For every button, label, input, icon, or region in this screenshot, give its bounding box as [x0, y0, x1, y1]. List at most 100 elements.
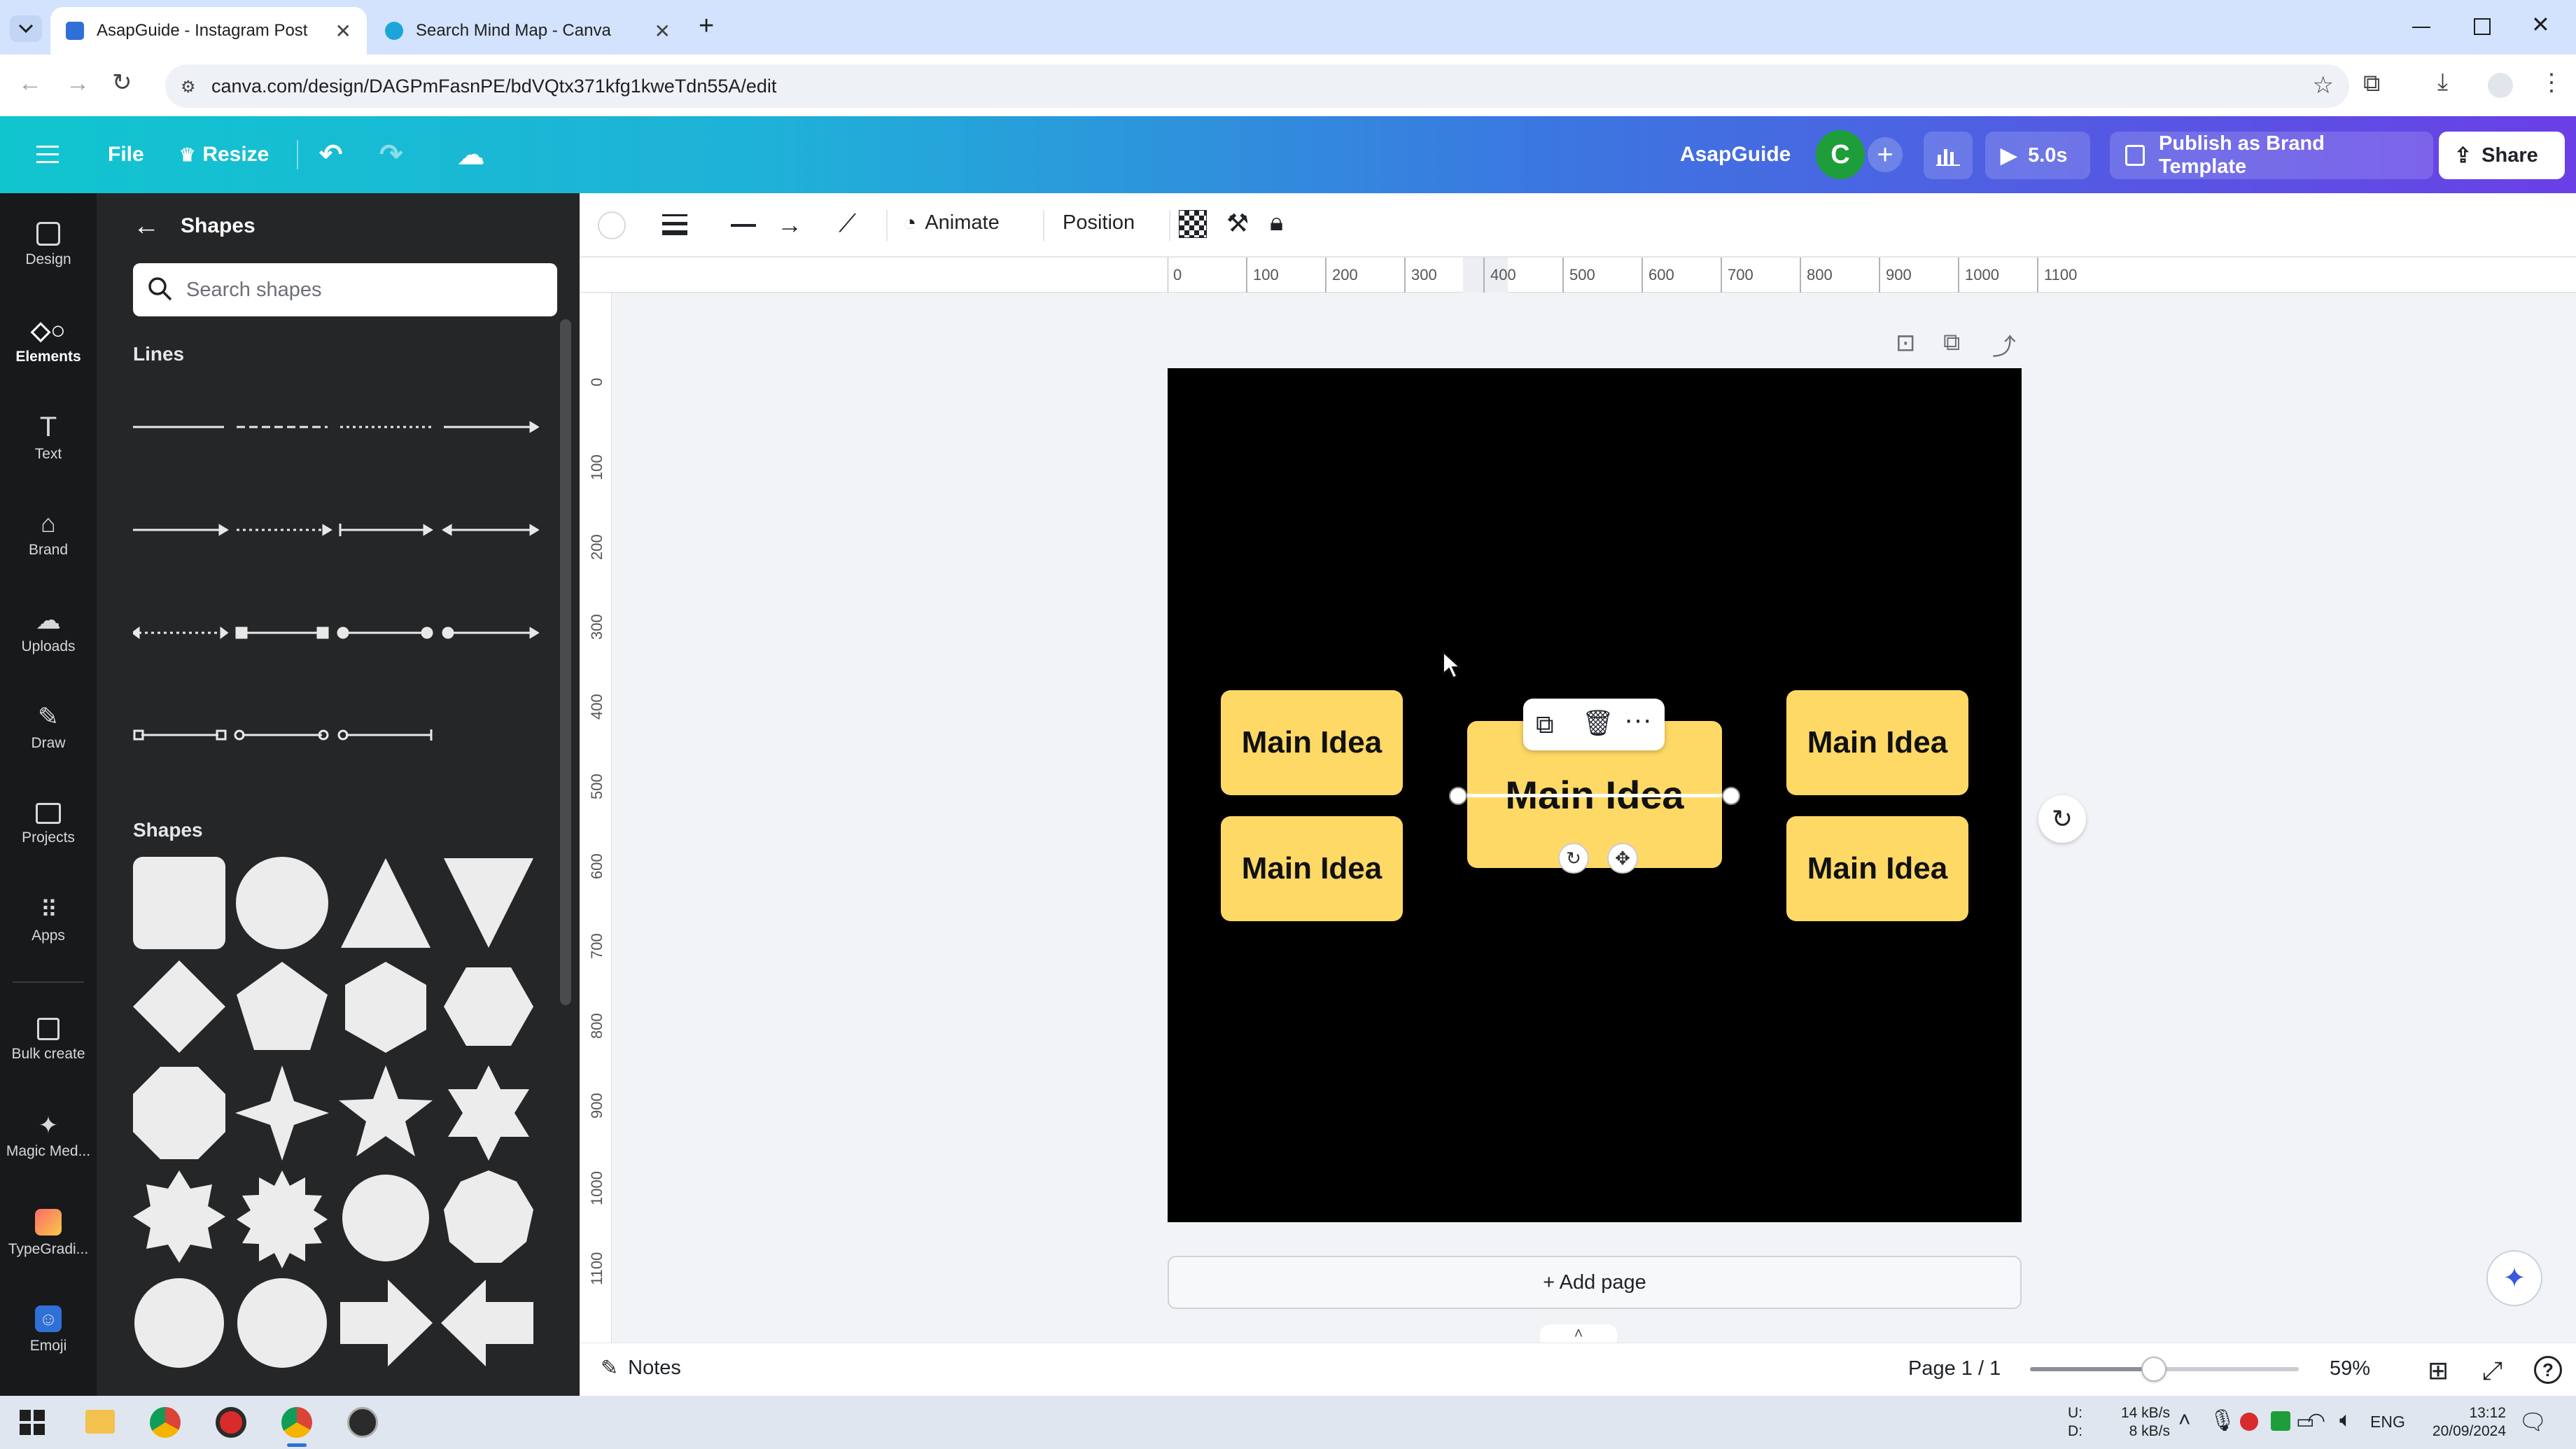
rail-item-brand[interactable]: ⌂ Brand — [0, 493, 97, 577]
more-icon[interactable]: ··· — [1624, 704, 1652, 736]
line-endpoint-handle[interactable] — [1722, 787, 1740, 805]
back-icon[interactable]: ← — [18, 70, 42, 97]
obs-icon[interactable] — [347, 1407, 378, 1438]
trash-icon[interactable]: 🗑︎ — [1582, 708, 1614, 738]
reload-icon[interactable]: ↻ — [112, 69, 132, 97]
page-lock-icon[interactable]: ⊡ — [1896, 329, 1916, 357]
recorder-icon[interactable] — [216, 1407, 246, 1438]
grid-view-icon[interactable]: ⊞ — [2428, 1356, 2449, 1385]
rail-item-bulk-create[interactable]: Bulk create — [0, 998, 97, 1082]
site-info-icon[interactable]: ⚙ — [181, 77, 196, 97]
fullscreen-icon[interactable]: ⤢ — [2482, 1356, 2502, 1386]
show-pages-handle[interactable]: ˄ — [1540, 1324, 1617, 1344]
notifications-icon[interactable]: 🗨︎ — [2519, 1408, 2547, 1435]
record-tray-icon[interactable] — [2240, 1413, 2258, 1431]
clock[interactable]: 13:12 20/09/2024 — [2415, 1404, 2506, 1441]
tab-mind-map[interactable]: Search Mind Map - Canva ✕ — [370, 7, 686, 55]
rotate-handle-icon[interactable]: ↻ — [1558, 843, 1589, 874]
main-idea-box[interactable]: Main Idea — [1786, 690, 1968, 795]
volume-icon[interactable]: 🔈︎ — [2339, 1408, 2352, 1432]
page-duplicate-icon[interactable]: ⧉ — [1943, 329, 1960, 356]
minimize-icon[interactable] — [2412, 27, 2430, 28]
line-weight-icon[interactable] — [662, 213, 687, 235]
rail-item-projects[interactable]: Projects — [0, 783, 97, 867]
help-icon[interactable]: ? — [2534, 1356, 2562, 1384]
resize-button[interactable]: ♛ Resize — [179, 116, 269, 193]
hamburger-icon[interactable] — [36, 116, 59, 193]
tray-chevron-icon[interactable]: ˄ — [2178, 1408, 2191, 1432]
download-icon[interactable]: ⤓ — [2437, 69, 2448, 96]
file-explorer-icon[interactable] — [85, 1410, 115, 1434]
line-style-icon[interactable]: ⟋ — [839, 209, 856, 239]
close-icon[interactable]: ✕ — [335, 20, 351, 43]
close-icon[interactable]: ✕ — [654, 20, 671, 43]
undo-icon[interactable]: ↶ — [319, 116, 343, 193]
page-add-icon[interactable]: ⤴ — [1992, 328, 2016, 362]
file-menu-button[interactable]: File — [108, 116, 144, 193]
invite-plus-icon[interactable]: + — [1868, 137, 1903, 172]
page-indicator[interactable]: Page 1 / 1 — [1908, 1357, 2001, 1380]
rail-item-elements[interactable]: ◇○ Elements — [0, 300, 97, 384]
refresh-comment-icon[interactable]: ↻ — [2038, 795, 2086, 843]
app-tray-icon[interactable] — [2271, 1411, 2290, 1431]
wifi-icon[interactable]: ◠ — [2307, 1408, 2325, 1433]
line-endpoint-handle[interactable] — [1449, 787, 1467, 805]
profile-icon[interactable] — [2488, 73, 2513, 98]
avatar[interactable]: C — [1816, 130, 1865, 179]
tab-asapguide[interactable]: AsapGuide - Instagram Post ✕ — [50, 7, 367, 55]
share-button[interactable]: ⇪ Share — [2439, 132, 2565, 179]
transparency-icon[interactable] — [1179, 210, 1207, 238]
chrome-icon[interactable] — [150, 1407, 181, 1438]
rail-item-apps[interactable]: ⠿ Apps — [0, 879, 97, 963]
cloud-save-icon[interactable]: ☁ — [458, 116, 484, 193]
color-swatch-icon[interactable] — [598, 211, 626, 239]
back-arrow-icon[interactable]: ← — [133, 211, 160, 241]
rail-item-text[interactable]: T Text — [0, 396, 97, 480]
publish-brand-template-button[interactable]: Publish as Brand Template — [2110, 132, 2433, 179]
rail-item-draw[interactable]: ✎ Draw — [0, 686, 97, 770]
design-page[interactable]: Main Idea Main Idea Main Idea Main Idea … — [1168, 368, 2022, 1222]
rail-item-typegradient[interactable]: TypeGradi... — [0, 1191, 97, 1275]
line-end-arrow-icon[interactable]: → — [777, 210, 802, 239]
rail-item-magic-media[interactable]: ✦ Magic Med... — [0, 1095, 97, 1179]
position-button[interactable]: Position — [1063, 211, 1135, 234]
zoom-level[interactable]: 59% — [2330, 1357, 2370, 1380]
line-start-icon[interactable] — [731, 224, 756, 227]
magic-assistant-icon[interactable]: ✦ — [2486, 1250, 2542, 1306]
forward-icon[interactable]: → — [66, 70, 90, 97]
zoom-slider[interactable] — [2030, 1357, 2299, 1382]
duplicate-icon[interactable]: ⧉ — [1536, 710, 1554, 740]
team-name[interactable]: AsapGuide — [1680, 116, 1791, 193]
extensions-icon[interactable]: ⧉ — [2363, 70, 2380, 97]
rail-item-design[interactable]: Design — [0, 203, 97, 287]
add-page-button[interactable]: + Add page — [1168, 1256, 2022, 1309]
windows-start-icon[interactable] — [20, 1410, 45, 1435]
rail-item-emoji[interactable]: ☺ Emoji — [0, 1288, 97, 1372]
lock-icon[interactable]: 🔒︎ — [1270, 207, 1283, 237]
new-tab-icon[interactable]: + — [699, 11, 714, 41]
panel-scrollbar[interactable] — [560, 319, 571, 1005]
restore-icon[interactable] — [2474, 18, 2491, 35]
main-idea-box[interactable]: Main Idea — [1221, 690, 1403, 795]
chrome-active-icon[interactable] — [281, 1407, 312, 1438]
zoom-slider-knob[interactable] — [2141, 1357, 2166, 1382]
move-handle-icon[interactable]: ✥ — [1607, 843, 1638, 874]
tab-search-dropdown-icon[interactable] — [10, 15, 42, 42]
url-field[interactable]: ⚙ canva.com/design/DAGPmFasnPE/bdVQtx371… — [165, 64, 2349, 108]
paint-format-icon[interactable]: ⚒ — [1226, 209, 1249, 238]
language-indicator[interactable]: ENG — [2370, 1413, 2405, 1432]
browser-menu-icon[interactable]: ⋮ — [2540, 69, 2563, 97]
selected-line[interactable] — [1457, 794, 1732, 797]
present-button[interactable]: ▶ 5.0s — [1985, 132, 2090, 179]
star-icon[interactable]: ☆ — [2313, 71, 2334, 99]
redo-icon[interactable]: ↷ — [379, 116, 403, 193]
window-close-icon[interactable]: ✕ — [2531, 11, 2550, 38]
insights-icon[interactable] — [1924, 132, 1973, 179]
main-idea-box[interactable]: Main Idea — [1221, 816, 1403, 921]
notes-button[interactable]: ✎ Notes — [601, 1356, 681, 1380]
main-idea-box[interactable]: Main Idea — [1786, 816, 1968, 921]
rail-item-uploads[interactable]: ☁ Uploads — [0, 589, 97, 673]
microphone-icon[interactable]: 🎙︎ — [2209, 1408, 2236, 1433]
search-shapes-input[interactable]: Search shapes — [133, 263, 557, 316]
animate-button[interactable]: ◔ Animate — [903, 210, 1000, 236]
